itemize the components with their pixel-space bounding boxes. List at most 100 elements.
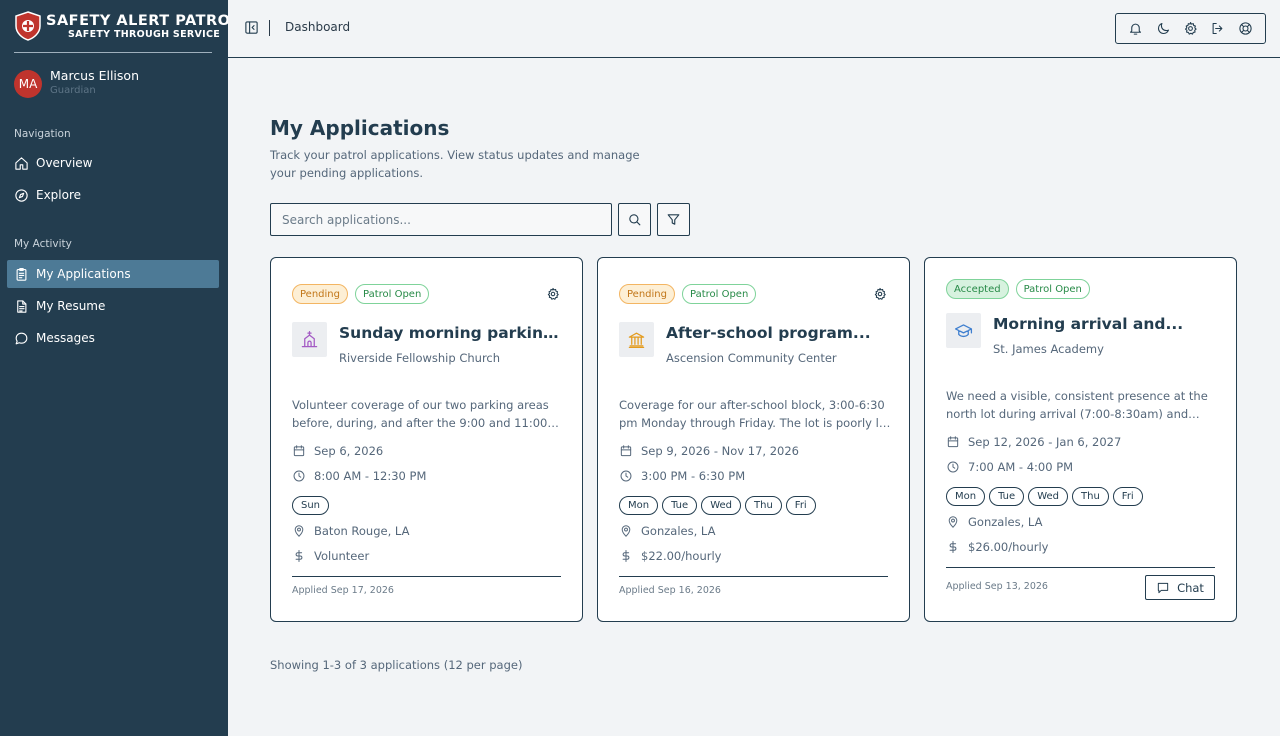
sidebar-item-overview[interactable]: Overview [7,149,219,177]
applied-date: Applied Sep 16, 2026 [619,585,721,596]
card-location: Gonzales, LA [946,515,1042,529]
time-text: 8:00 AM - 12:30 PM [314,469,427,483]
calendar-icon [293,445,305,457]
card-date: Sep 6, 2026 [292,444,383,458]
card-badges: Pending Patrol Open [619,284,757,304]
day-chip: Fri [1112,487,1143,506]
map-pin-icon [948,516,958,528]
status-badge: Pending [292,284,348,304]
chat-icon [1157,582,1169,593]
card-date: Sep 12, 2026 - Jan 6, 2027 [946,435,1121,449]
day-chips: Mon Tue Wed Thu Fri [946,487,1143,506]
sidebar-item-explore[interactable]: Explore [7,181,219,209]
brand-logo[interactable]: SAFETY ALERT PATROL SAFETY THROUGH SERVI… [14,10,240,53]
card-title[interactable]: Morning arrival and... [993,315,1219,333]
card-pay: $26.00/hourly [946,540,1048,554]
search-icon [629,214,641,226]
map-pin-icon [294,525,304,537]
patrol-status-badge: Patrol Open [1015,279,1090,299]
dollar-icon [622,549,630,563]
application-card[interactable]: Pending Patrol Open After-school program… [597,257,910,622]
card-description: Volunteer coverage of our two parking ar… [292,398,549,430]
search-input[interactable] [270,203,612,236]
card-organization: Riverside Fellowship Church [339,351,501,365]
date-text: Sep 9, 2026 - Nov 17, 2026 [641,444,799,458]
card-time: 8:00 AM - 12:30 PM [292,469,426,483]
brand-subtitle: SAFETY THROUGH SERVICE [68,29,221,40]
gear-icon[interactable] [873,287,887,301]
patrol-status-badge: Patrol Open [354,284,430,304]
gear-icon[interactable] [546,287,560,301]
building-icon [628,332,645,349]
moon-icon[interactable] [1156,21,1171,36]
filter-icon [667,214,680,225]
user-profile[interactable]: MA Marcus Ellison Guardian [14,68,214,100]
sidebar: SAFETY ALERT PATROL SAFETY THROUGH SERVI… [0,0,240,736]
day-chips: Sun [292,496,330,515]
pay-text: Volunteer [314,549,370,563]
org-avatar [619,322,654,357]
bell-icon[interactable] [1128,21,1143,36]
time-text: 7:00 AM - 4:00 PM [968,460,1074,474]
sidebar-item-label: My Applications [36,267,131,281]
calendar-icon [620,445,632,457]
document-icon [17,299,27,313]
status-badge: Accepted [946,279,1009,299]
pay-text: $22.00/hourly [641,549,722,563]
patrol-status-badge: Patrol Open [681,284,757,304]
sidebar-item-my-resume[interactable]: My Resume [7,292,219,320]
sidebar-item-my-applications[interactable]: My Applications [7,260,219,288]
sidebar-item-messages[interactable]: Messages [7,324,219,352]
calendar-icon [947,436,959,448]
org-avatar [946,313,981,348]
filter-button[interactable] [657,203,690,236]
card-title[interactable]: After-school program... [666,324,892,342]
status-badge: Pending [619,284,675,304]
topbar: Dashboard [228,0,1280,58]
map-pin-icon [621,525,631,537]
location-text: Gonzales, LA [968,515,1043,529]
card-badges: Pending Patrol Open [292,284,430,304]
support-icon[interactable] [1238,21,1253,36]
card-description: Coverage for our after-school block, 3:0… [619,398,887,430]
pagination-summary: Showing 1-3 of 3 applications (12 per pa… [270,658,523,672]
day-chip: Thu [1072,487,1109,506]
card-title[interactable]: Sunday morning parking lo... [339,324,565,342]
card-divider [619,576,888,577]
card-organization: St. James Academy [993,342,1104,356]
logout-icon[interactable] [1210,21,1225,36]
search-button[interactable] [618,203,651,236]
navigation-section-label: Navigation [14,128,71,140]
sidebar-toggle-icon[interactable] [244,20,259,35]
breadcrumb[interactable]: Dashboard [285,20,350,34]
card-badges: Accepted Patrol Open [946,279,1090,299]
card-location: Gonzales, LA [619,524,715,538]
pay-text: $26.00/hourly [968,540,1049,554]
day-chip: Tue [662,496,698,515]
chat-button[interactable]: Chat [1145,575,1215,600]
sidebar-item-label: Overview [36,156,93,170]
applied-date: Applied Sep 17, 2026 [292,585,394,596]
clock-icon [293,470,305,482]
day-chip: Sun [292,496,330,515]
card-date: Sep 9, 2026 - Nov 17, 2026 [619,444,799,458]
date-text: Sep 12, 2026 - Jan 6, 2027 [968,435,1122,449]
location-text: Gonzales, LA [641,524,716,538]
user-name: Marcus Ellison [50,68,139,83]
clock-icon [947,461,959,473]
day-chip: Wed [1028,487,1068,506]
application-card[interactable]: Pending Patrol Open Sunday morning parki… [270,257,583,622]
sidebar-item-label: Explore [36,188,82,202]
activity-section-label: My Activity [14,238,72,250]
day-chip: Tue [989,487,1025,506]
day-chip: Mon [619,496,659,515]
org-avatar [292,322,327,357]
chat-bubble-icon [15,332,28,344]
day-chip: Thu [745,496,782,515]
card-divider [946,567,1215,568]
sidebar-item-label: Messages [36,331,95,345]
gear-icon[interactable] [1183,21,1198,36]
avatar: MA [14,70,42,98]
application-card[interactable]: Accepted Patrol Open Morning arrival and… [924,257,1237,622]
dollar-icon [949,540,957,554]
